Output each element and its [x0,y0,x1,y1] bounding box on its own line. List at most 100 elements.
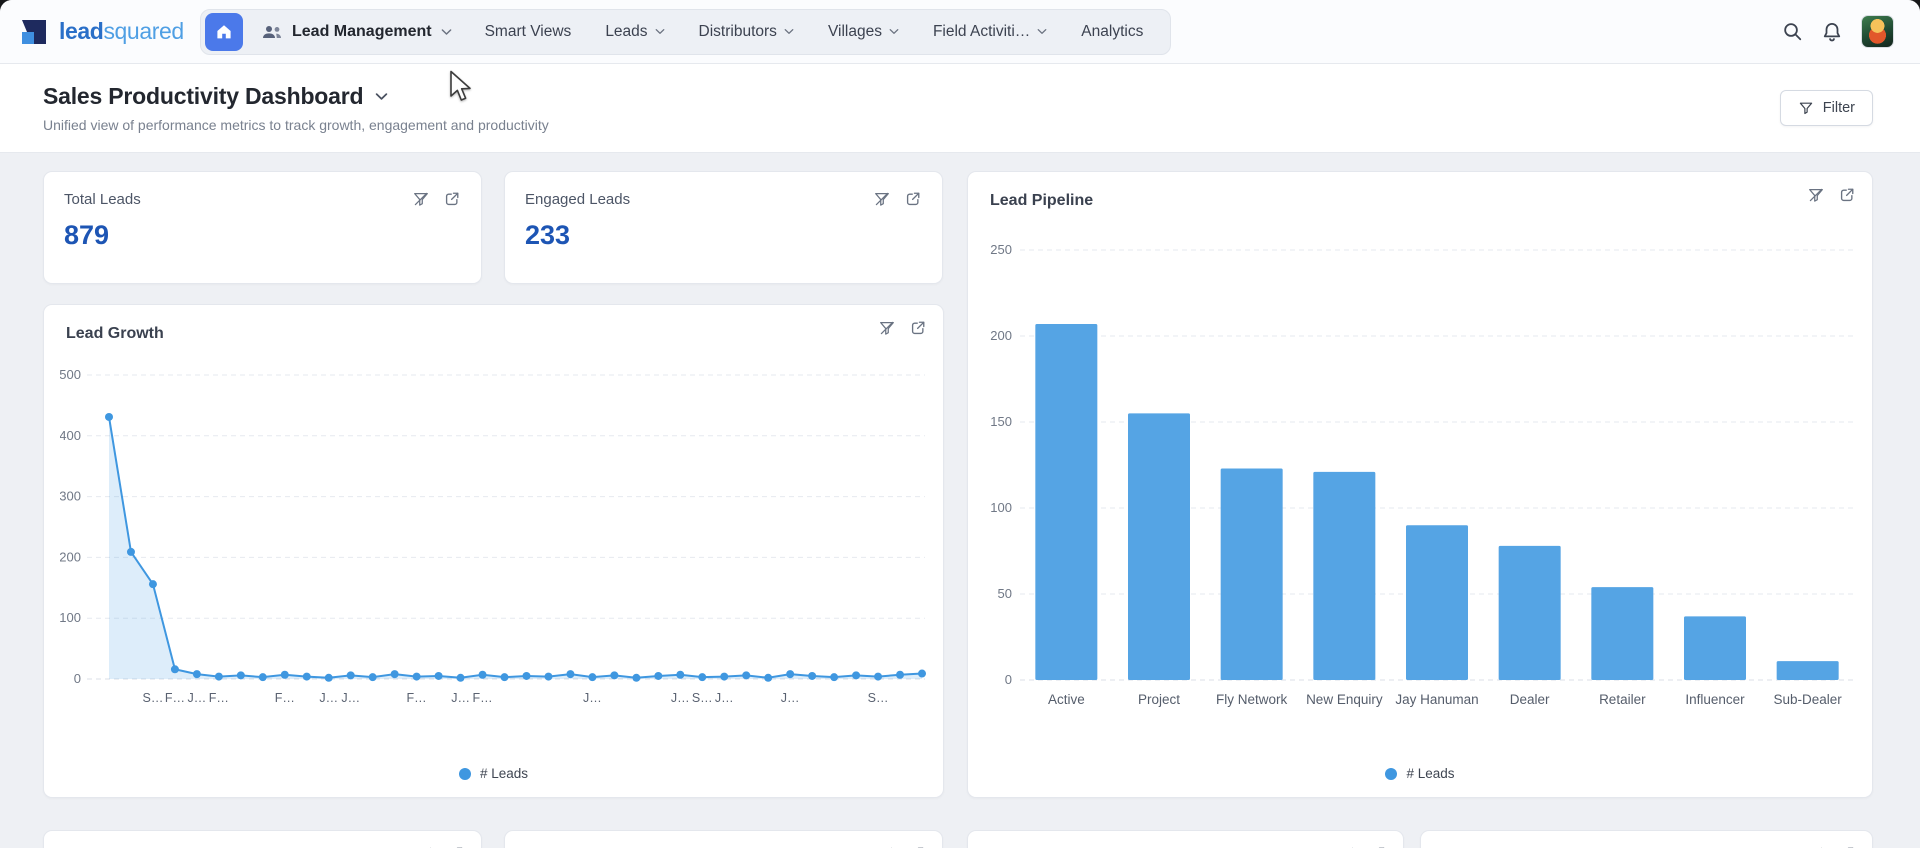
kpi-value[interactable]: 879 [64,220,461,251]
brand-wordmark: leadsquared [59,18,184,44]
card-expand-icon[interactable] [443,190,461,208]
svg-text:Jay Hanuman: Jay Hanuman [1395,692,1478,707]
line-point[interactable] [456,673,465,682]
search-button[interactable] [1782,21,1803,42]
engaged-leads-card: Engaged Leads 233 [504,171,943,284]
line-point[interactable] [632,673,641,682]
card-expand-icon[interactable] [1838,186,1856,204]
line-point[interactable] [852,671,861,680]
chevron-down-icon [889,28,899,35]
brand-logo[interactable]: leadsquared [18,16,186,48]
dashboard-selector-chevron-icon[interactable] [375,92,388,101]
nav-item-analytics[interactable]: Analytics [1064,23,1160,41]
app-window: leadsquared Lead Management Smart Views … [0,0,1920,848]
line-point[interactable] [280,670,289,679]
nav-item-smart-views[interactable]: Smart Views [468,23,589,41]
line-point[interactable] [368,673,377,682]
total-leads-card: Total Leads 879 [43,171,482,284]
bar-fly-network[interactable] [1220,468,1283,680]
line-point[interactable] [698,673,707,682]
workspace-selector[interactable]: Lead Management [243,23,468,41]
nav-item-label: Villages [827,22,882,40]
card-expand-icon[interactable] [909,319,927,337]
page-subtitle: Unified view of performance metrics to t… [43,117,549,133]
svg-text:F…: F… [472,691,492,705]
line-point[interactable] [236,671,245,680]
page-header: Sales Productivity Dashboard Unified vie… [0,64,1920,153]
notifications-button[interactable] [1821,21,1843,43]
bar-project[interactable] [1128,413,1190,680]
line-point[interactable] [764,673,773,682]
svg-text:100: 100 [990,500,1012,515]
nav-item-label: Analytics [1081,22,1144,40]
bar-sub-dealer[interactable] [1776,661,1839,680]
chart-legend[interactable]: # Leads [44,766,943,781]
bar-new-enquiry[interactable] [1313,471,1376,680]
line-point[interactable] [170,665,179,674]
home-icon [214,22,234,42]
line-point[interactable] [720,672,729,681]
card-expand-icon[interactable] [904,190,922,208]
card-filter-icon[interactable] [1807,186,1825,204]
line-point[interactable] [258,673,267,682]
line-point[interactable] [610,671,619,680]
line-point[interactable] [830,673,839,682]
line-point[interactable] [214,672,223,681]
line-point[interactable] [588,673,597,682]
kpi-value[interactable]: 233 [525,220,922,251]
line-point[interactable] [192,670,201,679]
svg-text:S…: S… [692,691,713,705]
line-point[interactable] [918,669,926,678]
line-point[interactable] [522,671,531,680]
nav-item-label: Distributors [698,22,777,40]
line-point[interactable] [478,670,487,679]
line-point[interactable] [324,673,333,682]
bar-active[interactable] [1035,323,1098,680]
line-point[interactable] [808,671,817,680]
legend-dot [458,767,471,780]
line-point[interactable] [390,670,399,679]
svg-text:100: 100 [60,610,81,625]
card-filter-icon[interactable] [873,190,891,208]
nav-item-villages[interactable]: Villages [811,23,916,41]
line-point[interactable] [786,670,795,679]
line-point[interactable] [126,547,135,556]
line-point[interactable] [544,672,553,681]
page-header-text: Sales Productivity Dashboard Unified vie… [43,83,549,133]
line-point[interactable] [500,673,509,682]
nav-item-field-activities[interactable]: Field Activiti… [916,23,1064,41]
line-point[interactable] [105,412,113,421]
svg-text:300: 300 [60,489,81,504]
funnel-icon [1798,100,1814,116]
bar-influencer[interactable] [1684,616,1746,680]
svg-text:J…: J… [671,691,690,705]
filter-button[interactable]: Filter [1779,90,1873,126]
svg-text:J…: J… [715,691,734,705]
line-point[interactable] [302,672,311,681]
line-point[interactable] [346,671,355,680]
home-button[interactable] [205,12,243,51]
line-point[interactable] [566,670,575,679]
line-point[interactable] [742,671,751,680]
line-point[interactable] [896,670,905,679]
svg-text:New Enquiry: New Enquiry [1306,692,1383,707]
line-point[interactable] [654,671,663,680]
chart-legend[interactable]: # Leads [968,766,1872,781]
bar-retailer[interactable] [1591,587,1654,680]
line-point[interactable] [434,671,443,680]
nav-item-leads[interactable]: Leads [588,23,681,41]
bar-dealer[interactable] [1498,545,1561,680]
user-avatar[interactable] [1861,15,1894,48]
card-filter-icon[interactable] [878,319,896,337]
nav-item-distributors[interactable]: Distributors [682,23,811,41]
line-point[interactable] [874,672,883,681]
line-point[interactable] [676,670,685,679]
leadsquared-logo-icon [22,19,46,44]
line-point[interactable] [148,580,157,589]
kpi-label: Total Leads [64,190,141,208]
svg-text:250: 250 [990,242,1012,257]
bar-jay-hanuman[interactable] [1406,525,1468,680]
card-filter-icon[interactable] [412,190,430,208]
line-point[interactable] [412,672,421,681]
nav-item-label: Field Activiti… [932,22,1031,40]
